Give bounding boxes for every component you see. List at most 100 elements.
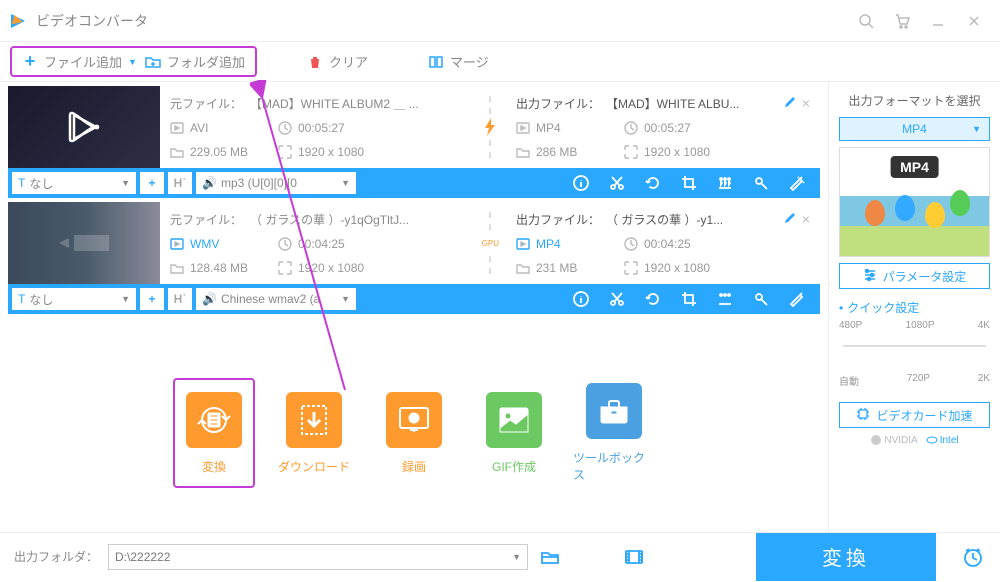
conversion-divider — [474, 86, 506, 168]
hardware-button[interactable]: H˙ — [168, 172, 192, 194]
enhance-tool-icon[interactable] — [788, 174, 806, 192]
chevron-down-icon: ▼ — [512, 552, 521, 562]
trash-icon — [307, 54, 323, 70]
audio-track-select[interactable]: 🔊Chinese wmav2 (a▼ — [196, 288, 356, 310]
watermark-tool-icon[interactable] — [752, 290, 770, 308]
subtitle-select[interactable]: Tなし▼ — [12, 172, 136, 194]
plus-icon: + — [22, 54, 38, 70]
speaker-icon: 🔊 — [202, 176, 217, 190]
enhance-tool-icon[interactable] — [788, 290, 806, 308]
output-format: MP4 — [516, 237, 606, 251]
parameter-settings-button[interactable]: パラメータ設定 — [839, 263, 990, 289]
file-item: 元ファイル： （ ガラスの華 ）-y1qOgTltJ... WMV 00:04:… — [8, 202, 820, 314]
hardware-button[interactable]: H˙ — [168, 288, 192, 310]
add-subtitle-button[interactable]: + — [140, 288, 164, 310]
download-card[interactable]: ダウンロード — [273, 378, 355, 488]
output-duration: 00:04:25 — [624, 237, 714, 251]
output-file-name: （ ガラスの華 ）-y1... — [606, 211, 723, 228]
file-item: 元ファイル： 【MAD】WHITE ALBUM2 ＿ ... AVI 00:05… — [8, 86, 820, 198]
conversion-divider: GPU — [474, 202, 506, 284]
add-subtitle-button[interactable]: + — [140, 172, 164, 194]
output-resolution: 1920 x 1080 — [624, 145, 714, 159]
clear-label: クリア — [329, 52, 368, 71]
effect-tool-icon[interactable] — [716, 174, 734, 192]
folder-plus-icon — [145, 54, 161, 70]
minimize-button[interactable] — [920, 3, 956, 39]
output-file-name: 【MAD】WHITE ALBU... — [606, 95, 739, 112]
remove-item-button[interactable]: × — [802, 95, 810, 111]
preset-2k[interactable]: 2K — [978, 373, 990, 388]
toolbox-icon — [586, 383, 642, 439]
search-icon[interactable] — [848, 3, 884, 39]
info-tool-icon[interactable] — [572, 174, 590, 192]
title-bar: ビデオコンバータ — [0, 0, 1000, 42]
convert-icon — [186, 392, 242, 448]
source-format: AVI — [170, 121, 260, 135]
format-select[interactable]: MP4▼ — [839, 117, 990, 141]
toolbox-card[interactable]: ツールボックス — [573, 378, 655, 488]
cut-tool-icon[interactable] — [608, 290, 626, 308]
source-resolution: 1920 x 1080 — [278, 145, 368, 159]
quality-slider[interactable] — [839, 331, 990, 361]
quick-settings-title: クイック設定 — [839, 299, 990, 316]
quick-settings: クイック設定 480P 1080P 4K 自動 720P 2K — [839, 299, 990, 388]
video-thumbnail[interactable] — [8, 86, 160, 168]
action-cards: 変換 ダウンロード 録画 GIF作成 ツールボックス — [8, 314, 820, 532]
add-folder-button[interactable]: フォルダ追加 — [145, 52, 245, 71]
gpu-accel-button[interactable]: ビデオカード加速 — [839, 402, 990, 428]
source-duration: 00:05:27 — [278, 121, 368, 135]
nvidia-badge: NVIDIA — [870, 434, 917, 446]
open-folder-button[interactable] — [538, 545, 562, 569]
convert-button[interactable]: 変換 — [756, 533, 936, 581]
crop-tool-icon[interactable] — [680, 174, 698, 192]
record-card[interactable]: 録画 — [373, 378, 455, 488]
preset-720p[interactable]: 720P — [907, 373, 930, 388]
gif-icon — [486, 392, 542, 448]
add-file-label: ファイル追加 — [44, 52, 122, 71]
source-file-name: 【MAD】WHITE ALBUM2 ＿ ... — [250, 95, 419, 112]
rotate-tool-icon[interactable] — [644, 290, 662, 308]
source-duration: 00:04:25 — [278, 237, 368, 251]
cut-tool-icon[interactable] — [608, 174, 626, 192]
source-format: WMV — [170, 237, 260, 251]
preset-480p[interactable]: 480P — [839, 320, 862, 331]
close-button[interactable] — [956, 3, 992, 39]
item-control-bar: Tなし▼ + H˙ 🔊mp3 (U[0][0][0▼ — [8, 168, 820, 198]
audio-track-select[interactable]: 🔊mp3 (U[0][0][0▼ — [196, 172, 356, 194]
chevron-down-icon: ▼ — [972, 124, 981, 134]
play-icon — [60, 103, 108, 151]
output-file-label: 出力ファイル： — [516, 211, 600, 228]
output-resolution: 1920 x 1080 — [624, 261, 714, 275]
subtitle-select[interactable]: Tなし▼ — [12, 288, 136, 310]
download-icon — [286, 392, 342, 448]
merge-button[interactable]: マージ — [428, 52, 489, 71]
merge-label: マージ — [450, 52, 489, 71]
toolbox-label: ツールボックス — [573, 449, 655, 483]
add-file-button[interactable]: + ファイル追加 ▼ — [22, 52, 137, 71]
output-path-select[interactable]: D:\222222▼ — [108, 544, 528, 570]
remove-item-button[interactable]: × — [802, 211, 810, 227]
schedule-button[interactable] — [946, 533, 1000, 581]
main-toolbar: + ファイル追加 ▼ フォルダ追加 クリア マージ — [0, 42, 1000, 82]
preset-auto[interactable]: 自動 — [839, 373, 859, 388]
info-tool-icon[interactable] — [572, 290, 590, 308]
speaker-icon: 🔊 — [202, 292, 217, 306]
source-size: 128.48 MB — [170, 261, 260, 275]
edit-icon[interactable] — [784, 96, 796, 111]
gif-card[interactable]: GIF作成 — [473, 378, 555, 488]
format-preview: MP4 — [839, 147, 990, 257]
rotate-tool-icon[interactable] — [644, 174, 662, 192]
preset-4k[interactable]: 4K — [978, 320, 990, 331]
source-resolution: 1920 x 1080 — [278, 261, 368, 275]
effect-tool-icon[interactable] — [716, 290, 734, 308]
clear-button[interactable]: クリア — [307, 52, 368, 71]
video-thumbnail[interactable] — [8, 202, 160, 284]
watermark-tool-icon[interactable] — [752, 174, 770, 192]
convert-card[interactable]: 変換 — [173, 378, 255, 488]
crop-tool-icon[interactable] — [680, 290, 698, 308]
edit-icon[interactable] — [784, 212, 796, 227]
chip-icon — [856, 407, 870, 424]
preset-1080p[interactable]: 1080P — [906, 320, 935, 331]
cart-icon[interactable] — [884, 3, 920, 39]
video-output-icon[interactable] — [622, 545, 646, 569]
